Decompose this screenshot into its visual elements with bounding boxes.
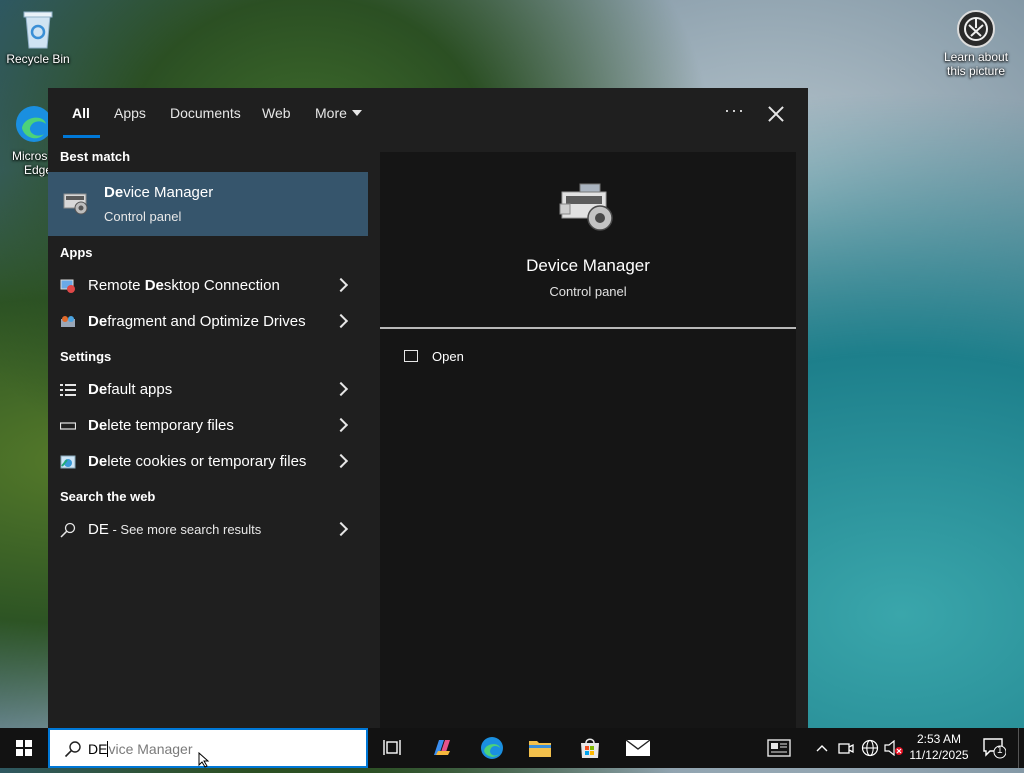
result-label: DE - See more search results [88,521,262,538]
volume-button[interactable] [882,728,906,768]
copilot-button[interactable] [418,728,466,768]
edge-icon [14,104,48,147]
result-label: Delete cookies or temporary files [88,453,307,470]
search-tabs: All Apps Documents Web More ··· [48,88,808,140]
network-button[interactable] [858,728,882,768]
best-match-device-manager[interactable]: Device Manager Control panel [48,172,368,236]
edge-taskbar-button[interactable] [468,728,516,768]
result-label: Remote Desktop Connection [88,277,280,294]
tab-more[interactable]: More [315,105,362,121]
store-icon [581,738,599,758]
tab-apps[interactable]: Apps [114,105,146,121]
open-action[interactable]: Open [380,338,796,376]
result-delete-cookies[interactable]: Delete cookies or temporary files [48,444,368,480]
mouse-pointer-icon [198,751,210,773]
results-list: Best match Device Manager Control panel … [48,140,368,728]
storage-drive-icon [59,418,77,434]
result-web-search[interactable]: DE - See more search results [48,512,368,548]
search-icon [64,740,82,763]
show-hidden-icons-button[interactable] [810,728,834,768]
camera-icon [838,743,854,754]
list-settings-icon [60,382,76,398]
more-options-button[interactable]: ··· [724,100,745,121]
close-button[interactable] [762,100,790,128]
preview-divider [380,327,796,329]
windows-logo-icon [16,740,32,756]
chevron-right-icon[interactable] [333,417,349,433]
tab-documents[interactable]: Documents [170,105,241,121]
preview-subtitle: Control panel [549,284,627,299]
recycle-bin-desktop-icon[interactable]: Recycle Bin [0,6,76,66]
result-default-apps[interactable]: Default apps [48,372,368,408]
clock-time: 2:53 AM [916,732,962,746]
show-desktop-button[interactable] [1018,728,1021,768]
edge-label-1: Micros [12,149,48,163]
folder-icon [529,741,551,757]
store-button[interactable] [566,728,614,768]
preview-pane: Device Manager Control panel Open [380,152,796,728]
globe-icon [861,739,879,757]
tab-all[interactable]: All [72,105,90,121]
edge-icon [481,737,503,759]
result-label: Delete temporary files [88,417,234,434]
result-remote-desktop-connection[interactable]: Remote Desktop Connection [48,268,368,304]
open-icon [404,350,418,362]
action-center-button[interactable]: 1 [982,737,1007,764]
recycle-bin-label: Recycle Bin [6,52,70,66]
best-match-title: Device Manager [104,184,214,201]
preview-title: Device Manager [526,256,650,275]
task-view-button[interactable] [368,728,416,768]
tab-active-indicator [63,135,100,138]
news-icon [767,739,791,757]
taskbar: DEvice Manager 2:53 AM 11/12/2025 1 [0,728,1024,768]
settings-heading: Settings [60,349,112,364]
recycle-bin-icon [18,6,58,50]
best-match-heading: Best match [60,149,131,164]
mail-button[interactable] [614,728,662,768]
file-explorer-button[interactable] [516,728,564,768]
internet-options-icon [60,454,76,470]
edge-desktop-icon[interactable]: Micros Edge [0,104,48,177]
edge-label-2: Edge [24,163,48,177]
chevron-right-icon[interactable] [333,277,349,293]
chevron-right-icon[interactable] [333,313,349,329]
chevron-up-icon [816,745,828,752]
chevron-down-icon [351,110,362,116]
device-manager-large-icon [558,182,618,234]
search-icon [60,522,76,538]
camera-lens-icon [957,10,995,48]
chevron-right-icon[interactable] [333,453,349,469]
result-delete-temporary-files[interactable]: Delete temporary files [48,408,368,444]
result-defragment-drives[interactable]: Defragment and Optimize Drives [48,304,368,340]
result-label: Defragment and Optimize Drives [88,313,306,330]
meet-now-button[interactable] [834,728,858,768]
defragment-icon [60,314,76,330]
apps-heading: Apps [60,245,93,260]
remote-desktop-icon [60,278,76,294]
learn-about-picture-desktop-icon[interactable]: Learn about this picture [936,10,1016,78]
notification-count: 1 [997,745,1003,756]
copilot-icon [434,740,450,755]
device-manager-icon [62,190,90,216]
chevron-right-icon[interactable] [333,381,349,397]
volume-muted-icon [884,740,903,756]
search-input[interactable]: DEvice Manager [88,741,193,757]
learn-label-2: this picture [946,64,1006,78]
search-panel: All Apps Documents Web More ··· Best mat… [48,88,808,728]
learn-label-1: Learn about [943,50,1009,64]
search-web-heading: Search the web [60,489,156,504]
clock-date: 11/12/2025 [909,748,969,762]
start-button[interactable] [0,728,48,768]
news-widget-button[interactable] [755,728,803,768]
clock[interactable]: 2:53 AM 11/12/2025 [904,731,974,763]
open-label: Open [432,349,464,364]
best-match-subtitle: Control panel [104,209,182,224]
mail-icon [625,739,651,756]
tab-more-label: More [315,105,347,121]
chevron-right-icon[interactable] [333,521,349,537]
result-label: Default apps [88,381,173,398]
tab-web[interactable]: Web [262,105,291,121]
task-view-icon [383,740,401,755]
